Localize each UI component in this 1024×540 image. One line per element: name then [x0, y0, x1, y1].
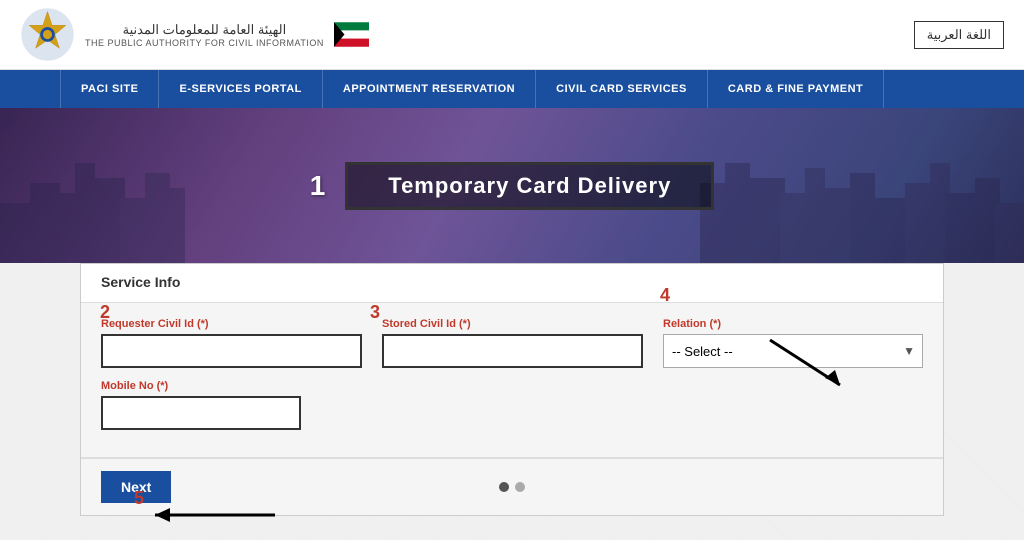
mobile-no-label: Mobile No (*)	[101, 380, 301, 392]
pagination-dot-2	[515, 482, 525, 492]
requester-civil-id-label: Requester Civil Id (*)	[101, 318, 362, 330]
service-info-panel: Service Info Requester Civil Id (*) Stor…	[80, 263, 944, 516]
pagination-dot-1	[499, 482, 509, 492]
next-button[interactable]: Next	[101, 471, 171, 503]
mobile-no-group: Mobile No (*)	[101, 380, 301, 430]
hero-step-number: 1	[310, 170, 326, 202]
hero-section: 1 Temporary Card Delivery	[0, 108, 1024, 263]
kuwait-flag-icon	[334, 17, 369, 52]
relation-select[interactable]: -- Select -- Self Father Mother Spouse S…	[663, 334, 923, 368]
nav-paci-site[interactable]: PACI SITE	[60, 70, 159, 108]
paci-emblem	[20, 7, 75, 62]
main-nav: PACI SITE E-SERVICES PORTAL APPOINTMENT …	[0, 70, 1024, 108]
arabic-language-button[interactable]: اللغة العربية	[914, 21, 1004, 49]
nav-card-fine[interactable]: CARD & FINE PAYMENT	[708, 70, 884, 108]
relation-group: Relation (*) -- Select -- Self Father Mo…	[663, 318, 923, 368]
requester-civil-id-group: Requester Civil Id (*)	[101, 318, 362, 368]
hero-title: Temporary Card Delivery	[388, 173, 671, 198]
form-footer: Next	[81, 457, 943, 515]
logo-text: الهيئة العامة للمعلومات المدنية THE PUBL…	[85, 22, 324, 48]
stored-civil-id-input[interactable]	[382, 334, 643, 368]
mobile-no-input[interactable]	[101, 396, 301, 430]
nav-eservices[interactable]: E-SERVICES PORTAL	[159, 70, 322, 108]
relation-select-wrapper: -- Select -- Self Father Mother Spouse S…	[663, 334, 923, 368]
page-header: الهيئة العامة للمعلومات المدنية THE PUBL…	[0, 0, 1024, 70]
logo: الهيئة العامة للمعلومات المدنية THE PUBL…	[20, 7, 369, 62]
hero-content: 1 Temporary Card Delivery	[0, 108, 1024, 263]
hero-title-box: Temporary Card Delivery	[345, 162, 714, 210]
panel-header: Service Info	[81, 264, 943, 303]
pagination-dots	[499, 482, 525, 492]
form-row-1: Requester Civil Id (*) Stored Civil Id (…	[101, 318, 923, 368]
stored-civil-id-group: Stored Civil Id (*)	[382, 318, 643, 368]
relation-label: Relation (*)	[663, 318, 923, 330]
nav-appointment[interactable]: APPOINTMENT RESERVATION	[323, 70, 536, 108]
requester-civil-id-input[interactable]	[101, 334, 362, 368]
form-body: Requester Civil Id (*) Stored Civil Id (…	[81, 303, 943, 457]
form-row-2: Mobile No (*)	[101, 380, 923, 430]
logo-arabic-text: الهيئة العامة للمعلومات المدنية	[123, 22, 287, 38]
nav-civil-card[interactable]: CIVIL CARD SERVICES	[536, 70, 708, 108]
panel-title: Service Info	[101, 274, 180, 290]
stored-civil-id-label: Stored Civil Id (*)	[382, 318, 643, 330]
logo-english-text: THE PUBLIC AUTHORITY FOR CIVIL INFORMATI…	[85, 38, 324, 48]
